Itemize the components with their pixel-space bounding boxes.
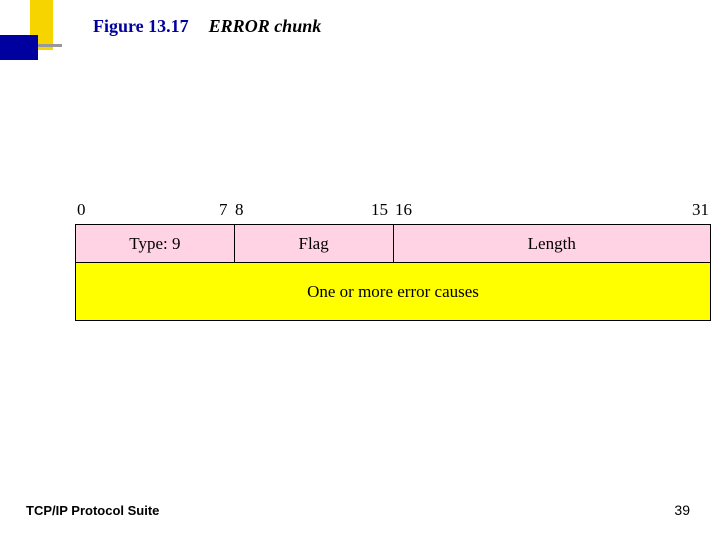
table-row: One or more error causes xyxy=(76,263,711,321)
logo-blue-block xyxy=(0,35,38,60)
field-type: Type: 9 xyxy=(76,225,235,263)
bit-ruler: 0 7 8 15 16 31 xyxy=(75,200,711,224)
bit-label-15: 15 xyxy=(371,200,388,220)
figure-number: Figure 13.17 xyxy=(93,16,189,36)
field-error-causes: One or more error causes xyxy=(76,263,711,321)
packet-diagram: 0 7 8 15 16 31 Type: 9 Flag Length One o… xyxy=(75,200,711,321)
packet-table: Type: 9 Flag Length One or more error ca… xyxy=(75,224,711,321)
bit-label-31: 31 xyxy=(692,200,709,220)
field-flag: Flag xyxy=(234,225,393,263)
table-row: Type: 9 Flag Length xyxy=(76,225,711,263)
figure-title: Figure 13.17 ERROR chunk xyxy=(93,16,321,37)
bit-label-8: 8 xyxy=(235,200,244,220)
bit-label-0: 0 xyxy=(77,200,86,220)
field-length: Length xyxy=(393,225,711,263)
page-number: 39 xyxy=(674,502,690,518)
footer-suite: TCP/IP Protocol Suite xyxy=(26,503,159,518)
bit-label-16: 16 xyxy=(395,200,412,220)
bit-label-7: 7 xyxy=(219,200,228,220)
figure-caption: ERROR chunk xyxy=(209,16,322,36)
slide-logo xyxy=(0,0,80,85)
